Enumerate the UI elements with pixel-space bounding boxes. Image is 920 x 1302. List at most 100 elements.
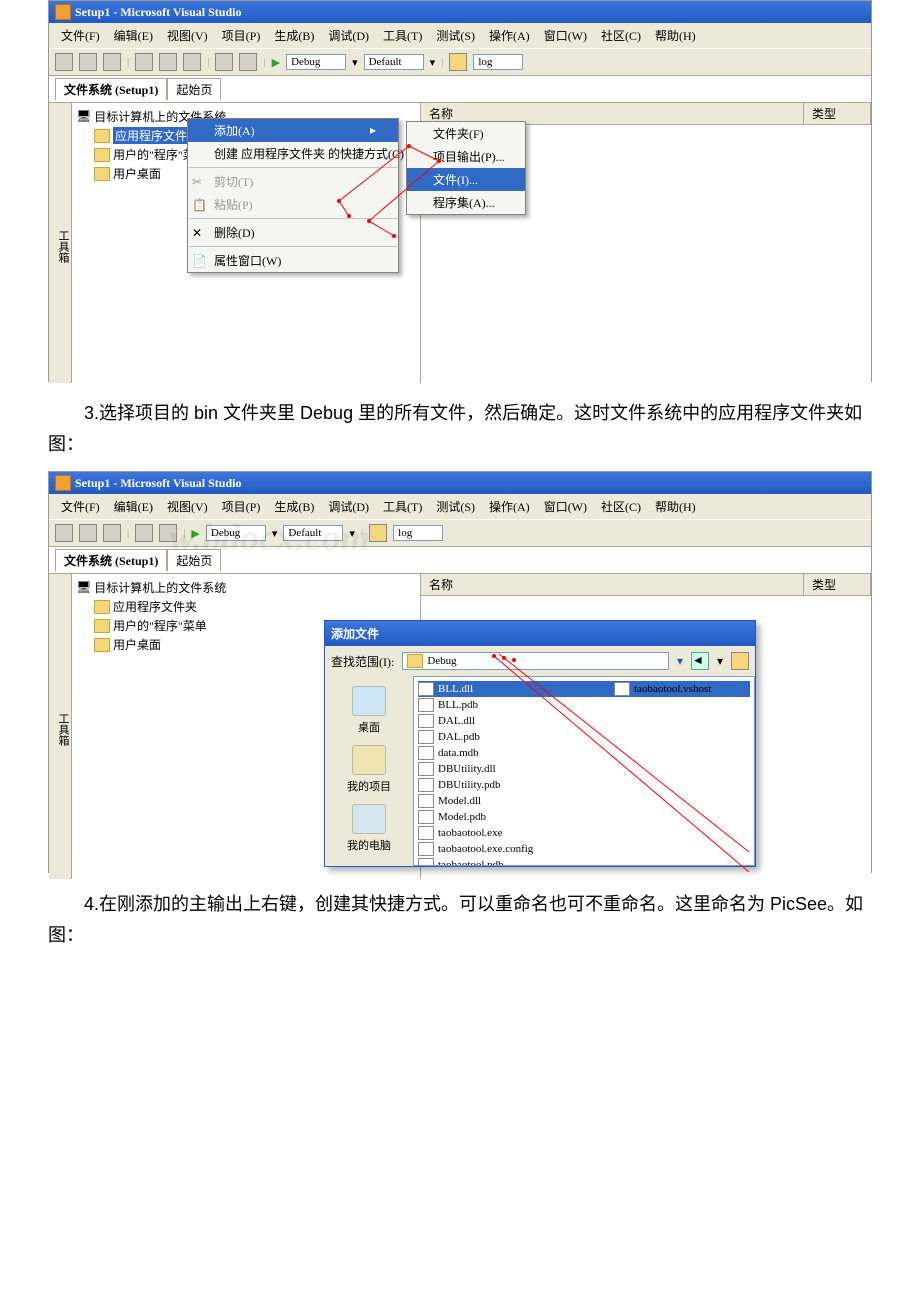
addfile-dialog[interactable]: 添加文件 查找范围(I): Debug ▾ ◄ ▾ 桌面 我的项目 我的电脑 B…	[324, 620, 756, 867]
folder-icon	[94, 619, 110, 633]
file-item[interactable]: data.mdb	[418, 745, 750, 761]
file-item[interactable]: DBUtility.pdb	[418, 777, 750, 793]
place-computer[interactable]: 我的电脑	[347, 804, 391, 853]
find-icon[interactable]	[449, 53, 467, 71]
tab-start[interactable]: 起始页	[167, 78, 221, 100]
config-dropdown[interactable]: Debug	[286, 54, 346, 70]
file-item[interactable]: Model.dll	[418, 793, 750, 809]
detail-pane-1: 名称类型 文件夹(F) 项目输出(P)... 文件(I)... 程序集(A)..…	[421, 103, 871, 383]
doc-tabs-2[interactable]: 文件系统 (Setup1)起始页	[49, 547, 871, 574]
folder-icon	[94, 167, 110, 181]
menu-file[interactable]: 文件(F)	[55, 25, 106, 46]
cmenu-cut: ✂剪切(T)	[188, 170, 398, 193]
file-item[interactable]: BLL.pdb	[418, 697, 750, 713]
menu-project[interactable]: 项目(P)	[216, 25, 267, 46]
menu-view[interactable]: 视图(V)	[161, 25, 214, 46]
place-projects[interactable]: 我的项目	[347, 745, 391, 794]
cut-icon[interactable]	[135, 53, 153, 71]
lookin-label: 查找范围(I):	[331, 653, 394, 670]
context-menu[interactable]: 添加(A)▸ 创建 应用程序文件夹 的快捷方式(C) ✂剪切(T) 📋粘贴(P)…	[187, 118, 399, 273]
toolbar-2[interactable]: | | ▶ Debug▾ Default▾ | log	[49, 519, 871, 547]
folder-icon	[94, 638, 110, 652]
menu-window[interactable]: 窗口(W)	[538, 25, 593, 46]
vs-window-2: Setup1 - Microsoft Visual Studio 文件(F)编辑…	[48, 471, 872, 873]
place-desktop[interactable]: 桌面	[352, 686, 386, 735]
folder-icon	[352, 745, 386, 775]
sub-folder[interactable]: 文件夹(F)	[407, 122, 525, 145]
dll-icon	[418, 682, 434, 696]
file-item[interactable]: taobaotool.pdb	[418, 857, 750, 866]
tab-fs[interactable]: 文件系统 (Setup1)	[55, 78, 167, 100]
newfolder-icon[interactable]	[731, 652, 749, 670]
find-box[interactable]: log	[473, 54, 523, 70]
file-item[interactable]: DBUtility.dll	[418, 761, 750, 777]
dll-icon	[418, 762, 434, 776]
copy-icon[interactable]	[159, 53, 177, 71]
props-icon: 📄	[192, 254, 206, 268]
undo-icon[interactable]	[215, 53, 233, 71]
menu-debug[interactable]: 调试(D)	[322, 25, 375, 46]
redo-icon[interactable]	[239, 53, 257, 71]
titlebar-2: Setup1 - Microsoft Visual Studio	[49, 472, 871, 494]
menu-tools[interactable]: 工具(T)	[377, 25, 428, 46]
menu-test[interactable]: 测试(S)	[430, 25, 481, 46]
file-item[interactable]: DAL.dll	[418, 713, 750, 729]
sub-asm[interactable]: 程序集(A)...	[407, 191, 525, 214]
cmenu-add[interactable]: 添加(A)▸	[188, 119, 398, 142]
paste-icon[interactable]	[183, 53, 201, 71]
open-icon[interactable]	[79, 53, 97, 71]
doc-tabs-1[interactable]: 文件系统 (Setup1)起始页	[49, 76, 871, 103]
paragraph-3: 3.选择项目的 bin 文件夹里 Debug 里的所有文件，然后确定。这时文件系…	[48, 398, 872, 459]
menu-build[interactable]: 生成(B)	[268, 25, 320, 46]
sub-output[interactable]: 项目输出(P)...	[407, 145, 525, 168]
pdb-icon	[418, 858, 434, 866]
file-list[interactable]: BLL.dll BLL.pdb DAL.dll DAL.pdb data.mdb…	[413, 676, 755, 866]
platform-dropdown[interactable]: Default	[364, 54, 424, 70]
file-item[interactable]: DAL.pdb	[418, 729, 750, 745]
folder-icon	[94, 129, 110, 143]
places-bar[interactable]: 桌面 我的项目 我的电脑	[325, 676, 413, 866]
pdb-icon	[418, 778, 434, 792]
file-item[interactable]: taobaotool.exe	[418, 825, 750, 841]
computer-icon: 🖥	[76, 109, 91, 124]
pdb-icon	[418, 698, 434, 712]
new-icon[interactable]	[55, 53, 73, 71]
folder-icon	[94, 148, 110, 162]
menu-help[interactable]: 帮助(H)	[649, 25, 702, 46]
file-item[interactable]: taobaotool.exe.config	[418, 841, 750, 857]
paste-icon: 📋	[192, 198, 206, 212]
computer-icon: 🖥	[76, 580, 91, 595]
dll-icon	[418, 794, 434, 808]
fs-tree-1[interactable]: 🖥目标计算机上的文件系统 应用程序文件夹 用户的"程序"菜单 用户桌面 添加(A…	[72, 103, 421, 383]
exe-icon	[614, 682, 630, 696]
cmenu-delete[interactable]: ✕删除(D)	[188, 221, 398, 244]
col-type[interactable]: 类型	[804, 103, 871, 124]
up-icon[interactable]: ▾	[717, 654, 723, 669]
menubar-1[interactable]: 文件(F) 编辑(E) 视图(V) 项目(P) 生成(B) 调试(D) 工具(T…	[49, 23, 871, 48]
context-submenu[interactable]: 文件夹(F) 项目输出(P)... 文件(I)... 程序集(A)...	[406, 121, 526, 215]
file-item[interactable]: Model.pdb	[418, 809, 750, 825]
delete-icon: ✕	[192, 226, 206, 240]
menu-community[interactable]: 社区(C)	[595, 25, 647, 46]
sub-file[interactable]: 文件(I)...	[407, 168, 525, 191]
cmenu-paste: 📋粘贴(P)	[188, 193, 398, 216]
menubar-2[interactable]: 文件(F)编辑(E)视图(V)项目(P)生成(B)调试(D)工具(T)测试(S)…	[49, 494, 871, 519]
file-item[interactable]: taobaotool.vshost	[614, 681, 711, 697]
cmenu-shortcut[interactable]: 创建 应用程序文件夹 的快捷方式(C)	[188, 142, 398, 165]
back-icon[interactable]: ◄	[691, 652, 709, 670]
pdb-icon	[418, 730, 434, 744]
tree-desktop[interactable]: 用户桌面	[113, 165, 161, 182]
vs-window-1: Setup1 - Microsoft Visual Studio 文件(F) 编…	[48, 0, 872, 382]
titlebar-1: Setup1 - Microsoft Visual Studio	[49, 1, 871, 23]
menu-edit[interactable]: 编辑(E)	[108, 25, 159, 46]
menu-action[interactable]: 操作(A)	[483, 25, 536, 46]
computer-icon	[352, 804, 386, 834]
dll-icon	[418, 714, 434, 728]
toolbox-strip-2[interactable]: 工具箱	[49, 574, 72, 879]
toolbar-1[interactable]: | | | ▶ Debug ▾ Default ▾ | log	[49, 48, 871, 76]
toolbox-strip[interactable]: 工具箱	[49, 103, 72, 383]
cmenu-props[interactable]: 📄属性窗口(W)	[188, 249, 398, 272]
lookin-dropdown[interactable]: Debug	[402, 652, 669, 670]
save-icon[interactable]	[103, 53, 121, 71]
pdb-icon	[418, 810, 434, 824]
